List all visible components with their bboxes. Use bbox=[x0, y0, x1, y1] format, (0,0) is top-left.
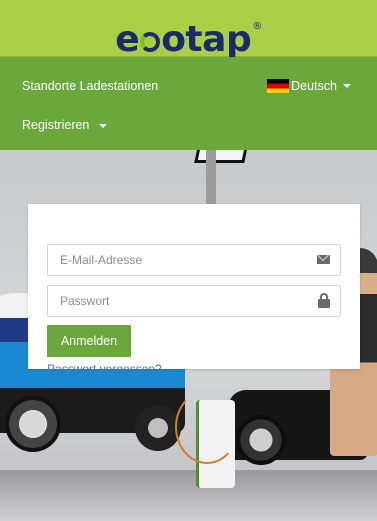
car-wheel bbox=[236, 415, 286, 465]
ground bbox=[0, 470, 377, 521]
caret-down-icon bbox=[343, 84, 351, 88]
caret-down-icon bbox=[98, 123, 107, 128]
password-input[interactable] bbox=[48, 286, 320, 316]
login-card: Anmelden Passwort vergessen? bbox=[28, 204, 360, 376]
logo-text-left: e bbox=[115, 19, 140, 60]
register-dropdown[interactable]: Registrieren bbox=[22, 118, 107, 132]
logo-text-right: otap bbox=[161, 19, 252, 60]
email-input[interactable] bbox=[48, 245, 320, 275]
registered-mark: ® bbox=[252, 21, 262, 32]
logo-ring-icon bbox=[140, 32, 161, 52]
lock-icon bbox=[318, 293, 330, 308]
sign-pole bbox=[206, 150, 216, 210]
login-button[interactable]: Anmelden bbox=[47, 325, 131, 357]
language-dropdown[interactable]: Deutsch bbox=[267, 79, 351, 93]
nav-charging-stations-link[interactable]: Standorte Ladestationen bbox=[22, 79, 158, 93]
email-field[interactable] bbox=[47, 244, 341, 276]
envelope-icon bbox=[317, 255, 330, 264]
forgot-password-link[interactable]: Passwort vergessen? bbox=[47, 362, 162, 376]
password-field[interactable] bbox=[47, 285, 341, 317]
main-navbar: Standorte Ladestationen Deutsch Registri… bbox=[0, 57, 377, 150]
register-label: Registrieren bbox=[22, 118, 90, 132]
brand-header: e otap® bbox=[0, 0, 377, 60]
charging-cable bbox=[175, 390, 239, 464]
ecotap-logo[interactable]: e otap® bbox=[0, 7, 377, 60]
language-label: Deutsch bbox=[291, 79, 337, 93]
car-wheel bbox=[5, 396, 61, 452]
station-sign bbox=[194, 150, 248, 163]
german-flag-icon bbox=[267, 79, 290, 93]
